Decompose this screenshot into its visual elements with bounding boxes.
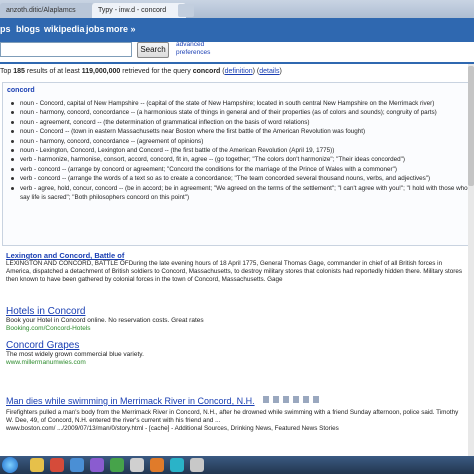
definition-sense: noun - agreement, concord -- (the determ… xyxy=(11,118,469,127)
bullet-icon xyxy=(11,158,14,162)
ad-url[interactable]: Booking.com/Concord-Hotels xyxy=(6,325,466,333)
advanced-link[interactable]: advanced xyxy=(176,41,210,49)
nav-item-wikipedia[interactable]: wikipedia xyxy=(44,24,85,34)
start-button[interactable] xyxy=(2,457,18,473)
results-count: 185 xyxy=(13,68,25,75)
browser-tab-label: anzoth.ditic/Alaplamcs xyxy=(6,7,76,14)
details-link[interactable]: details xyxy=(259,68,279,75)
share-icons[interactable] xyxy=(263,396,324,404)
result-item: Lexington and Concord, Battle of LEXINGT… xyxy=(6,251,466,284)
bullet-icon xyxy=(11,177,14,181)
ad-url[interactable]: www.millermanumwies.com xyxy=(6,359,466,367)
news-meta: www.boston.com/ .../2009/07/13/man/0/sto… xyxy=(6,425,339,432)
bullet-icon xyxy=(11,167,14,171)
definition-sense: verb - concord -- (arrange the words of … xyxy=(11,174,469,183)
app-icon[interactable] xyxy=(110,458,124,472)
taskbar xyxy=(0,456,474,474)
nav-item-more[interactable]: more » xyxy=(106,24,136,34)
definition-sense: noun - Concord, capital of New Hampshire… xyxy=(11,99,469,108)
definition-sense: verb - agree, hold, concur, concord -- (… xyxy=(11,184,469,203)
news-title[interactable]: Man dies while swimming in Merrimack Riv… xyxy=(6,396,255,406)
bullet-icon xyxy=(11,139,14,143)
bullet-icon xyxy=(11,120,14,124)
ad-item: Concord Grapes The most widely grown com… xyxy=(6,340,466,367)
preferences-link[interactable]: preferences xyxy=(176,49,210,57)
browser-tab-2[interactable]: Typy - inw.d - concord × xyxy=(92,3,186,18)
nav-item-maps[interactable]: ps xyxy=(0,24,11,34)
definition-sense: noun - harmony, concord, concordance -- … xyxy=(11,108,469,117)
ad-text: The most widely grown commercial blue va… xyxy=(6,351,144,358)
app-icon[interactable] xyxy=(170,458,184,472)
definition-sense: noun - harmony, concord, concordance -- … xyxy=(11,137,469,146)
bullet-icon xyxy=(11,111,14,115)
definition-sense: noun - Concord -- (town in eastern Massa… xyxy=(11,127,469,136)
definition-link[interactable]: definition xyxy=(225,68,253,75)
header-divider xyxy=(0,62,474,64)
ad-item: Hotels in Concord Book your Hotel in Con… xyxy=(6,306,466,333)
definition-box: concord noun - Concord, capital of New H… xyxy=(2,82,474,246)
scrollbar-thumb[interactable] xyxy=(468,66,474,186)
bullet-icon xyxy=(11,102,14,105)
bullet-icon xyxy=(11,186,14,190)
search-input[interactable] xyxy=(0,42,132,57)
definition-sense: noun - Lexington, Concord, Lexington and… xyxy=(11,146,469,155)
browser-tab-bar: anzoth.ditic/Alaplamcs Typy - inw.d - co… xyxy=(0,0,474,18)
nav-item-jobs[interactable]: jobs xyxy=(86,24,105,34)
app-icon[interactable] xyxy=(130,458,144,472)
app-icon[interactable] xyxy=(90,458,104,472)
definition-sense: verb - concord -- (arrange by concord or… xyxy=(11,165,469,174)
definition-sense: verb - harmonize, harmonise, consort, ac… xyxy=(11,155,469,164)
search-button[interactable]: Search xyxy=(137,42,169,58)
app-icon[interactable] xyxy=(150,458,164,472)
search-options: advanced preferences xyxy=(176,41,210,57)
news-item: Man dies while swimming in Merrimack Riv… xyxy=(6,391,466,433)
new-tab-button[interactable] xyxy=(178,4,194,17)
app-icon[interactable] xyxy=(190,458,204,472)
bullet-icon xyxy=(11,149,14,153)
ad-text: Book your Hotel in Concord online. No re… xyxy=(6,317,204,324)
nav-item-blogs[interactable]: blogs xyxy=(16,24,40,34)
results-total: 119,000,000 xyxy=(81,68,121,75)
result-snippet: LEXINGTON AND CONCORD, BATTLE OFDuring t… xyxy=(6,260,463,283)
results-summary: Top 185 results of at least 119,000,000 … xyxy=(0,68,282,75)
search-row: Search advanced preferences xyxy=(0,41,474,62)
ad-title[interactable]: Hotels in Concord xyxy=(6,306,466,317)
ad-title[interactable]: Concord Grapes xyxy=(6,340,466,351)
site-navbar: ps blogs wikipedia jobs more » xyxy=(0,18,474,42)
news-snippet: Firefighters pulled a man's body from th… xyxy=(6,409,459,424)
bullet-icon xyxy=(11,130,14,134)
app-icon[interactable] xyxy=(70,458,84,472)
browser-tab-1[interactable]: anzoth.ditic/Alaplamcs xyxy=(0,3,94,18)
folder-icon[interactable] xyxy=(30,458,44,472)
browser-tab-label: Typy - inw.d - concord xyxy=(98,7,167,14)
results-query: concord xyxy=(192,68,221,75)
app-icon[interactable] xyxy=(50,458,64,472)
result-title[interactable]: Lexington and Concord, Battle of xyxy=(6,251,466,260)
definition-word: concord xyxy=(7,87,35,94)
definition-list: noun - Concord, capital of New Hampshire… xyxy=(11,99,469,202)
